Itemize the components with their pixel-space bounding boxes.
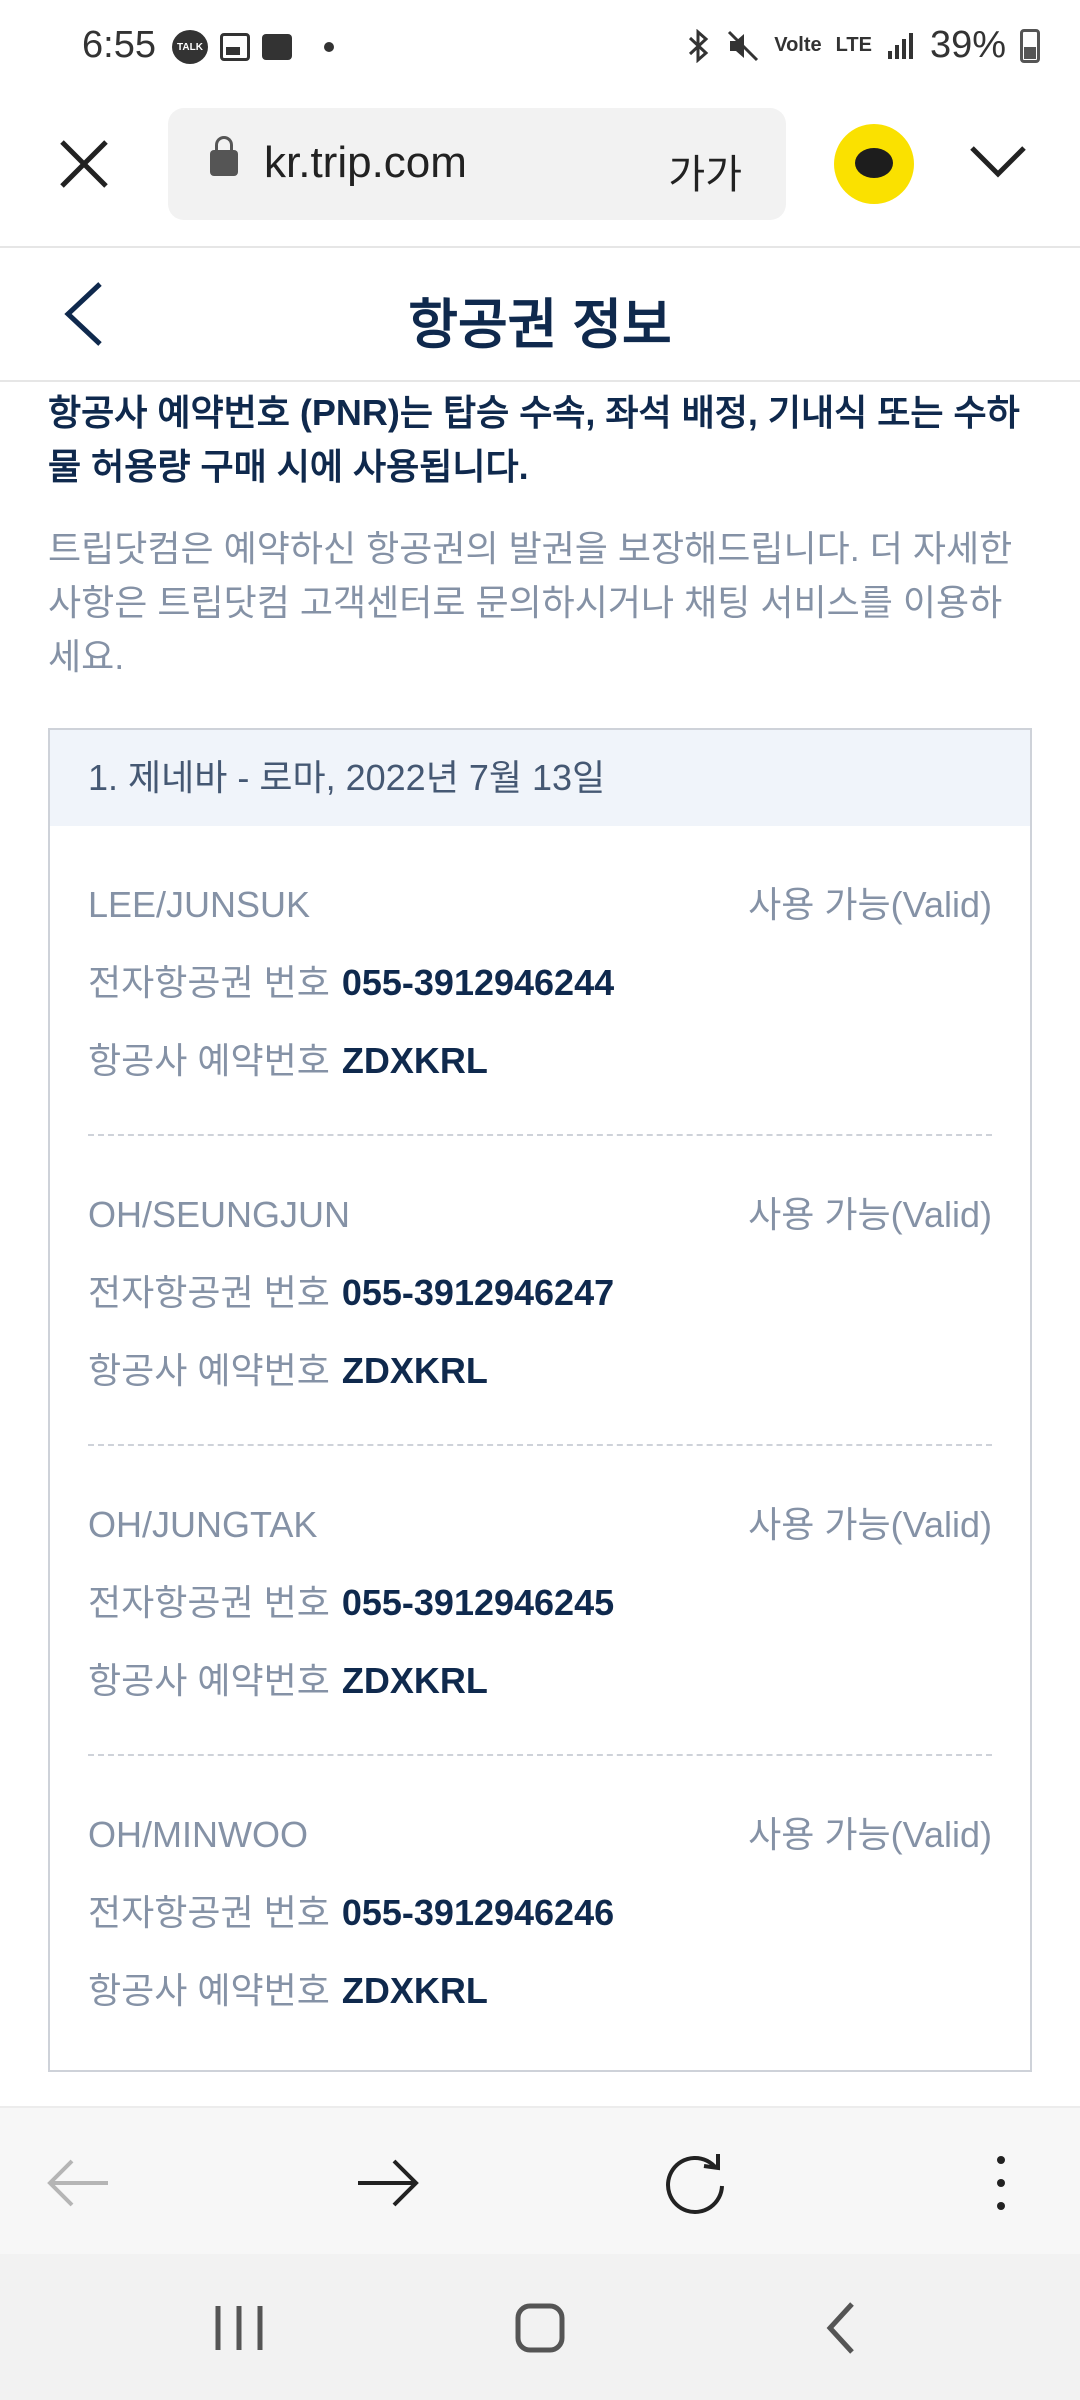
system-nav-bar [0, 2254, 1080, 2400]
pnr-code: ZDXKRL [341, 1970, 488, 2011]
ticket-card: 1. 제네바 - 로마, 2022년 7월 13일 LEE/JUNSUK 사용 … [48, 728, 1032, 2072]
ticket-number: 055-3912946247 [341, 1272, 615, 1313]
lock-icon [210, 136, 238, 176]
ticket-number: 055-3912946245 [341, 1582, 615, 1623]
ticket-status: 사용 가능(Valid) [748, 1504, 992, 1545]
ticket-status: 사용 가능(Valid) [748, 884, 992, 925]
chevron-down-icon[interactable] [968, 142, 1028, 182]
pnr-code: ZDXKRL [341, 1040, 488, 1081]
status-bar: 6:55 TALK Volte LTE 39% [0, 0, 1080, 100]
pnr-label: 항공사 예약번호 [88, 1660, 330, 1701]
gallery-notification-icon [220, 33, 250, 61]
passenger-name: LEE/JUNSUK [88, 884, 311, 925]
mute-icon [728, 30, 759, 61]
pnr-label: 항공사 예약번호 [88, 1040, 330, 1081]
browser-toolbar: kr.trip.com 가가 [0, 100, 1080, 248]
url-text: kr.trip.com [264, 138, 467, 187]
pnr-label: 항공사 예약번호 [88, 1970, 330, 2011]
ticket-number-label: 전자항공권 번호 [88, 1582, 330, 1623]
notification-icons: TALK [172, 30, 334, 64]
passenger-item: OH/JUNGTAK 사용 가능(Valid) 전자항공권 번호 055-3912… [88, 1446, 992, 1756]
flight-segment-header: 1. 제네바 - 로마, 2022년 7월 13일 [50, 730, 1030, 826]
pnr-notice: 항공사 예약번호 (PNR)는 탑승 수속, 좌석 배정, 기내식 또는 수하물… [48, 392, 1020, 487]
ticket-number-label: 전자항공권 번호 [88, 1272, 330, 1313]
kakaotalk-share-icon[interactable] [834, 124, 914, 204]
ticket-status: 사용 가능(Valid) [748, 1814, 992, 1855]
page-title: 항공권 정보 [408, 295, 672, 355]
ticket-number-label: 전자항공권 번호 [88, 962, 330, 1003]
browser-forward-icon[interactable] [352, 2148, 422, 2218]
issuance-guarantee-notice: 트립닷컴은 예약하신 항공권의 발권을 보장해드립니다. 더 자세한 사항은 트… [48, 528, 1013, 677]
more-notifications-dot-icon [324, 42, 334, 52]
signal-icon [887, 32, 913, 59]
ticket-number-label: 전자항공권 번호 [88, 1892, 330, 1933]
system-back-icon[interactable] [806, 2298, 876, 2358]
pnr-code: ZDXKRL [341, 1660, 488, 1701]
page-header: 항공권 정보 [0, 248, 1080, 382]
browser-bottom-nav [0, 2106, 1080, 2256]
text-size-button[interactable]: 가가 [668, 142, 742, 200]
battery-percent: 39% [929, 24, 1006, 66]
pnr-label: 항공사 예약번호 [88, 1350, 330, 1391]
passenger-name: OH/JUNGTAK [88, 1504, 318, 1545]
system-status-icons: Volte LTE 39% [686, 24, 1040, 67]
main-content: 항공사 예약번호 (PNR)는 탑승 수속, 좌석 배정, 기내식 또는 수하물… [48, 380, 1032, 2072]
passenger-item: LEE/JUNSUK 사용 가능(Valid) 전자항공권 번호 055-3912… [88, 826, 992, 1136]
volte-indicator: Volte [774, 34, 822, 56]
passenger-item: OH/SEUNGJUN 사용 가능(Valid) 전자항공권 번호 055-391… [88, 1136, 992, 1446]
more-options-icon[interactable] [966, 2148, 1036, 2218]
kakaotalk-notification-icon: TALK [172, 30, 208, 64]
battery-icon [1020, 28, 1040, 63]
address-bar[interactable]: kr.trip.com 가가 [168, 108, 786, 220]
passenger-name: OH/SEUNGJUN [88, 1194, 351, 1235]
ticket-number: 055-3912946244 [341, 962, 615, 1003]
refresh-icon[interactable] [660, 2148, 730, 2218]
browser-back-icon[interactable] [44, 2148, 114, 2218]
recent-apps-icon[interactable] [204, 2298, 274, 2358]
network-type: LTE [835, 34, 872, 56]
pnr-code: ZDXKRL [341, 1350, 488, 1391]
ticket-status: 사용 가능(Valid) [748, 1194, 992, 1235]
close-icon[interactable] [58, 138, 110, 190]
status-time: 6:55 [82, 24, 156, 66]
bluetooth-icon [689, 28, 709, 63]
home-icon[interactable] [505, 2298, 575, 2358]
passenger-name: OH/MINWOO [88, 1814, 308, 1855]
passenger-item: OH/MINWOO 사용 가능(Valid) 전자항공권 번호 055-39129… [88, 1756, 992, 2070]
ticket-number: 055-3912946246 [341, 1892, 615, 1933]
message-notification-icon [262, 34, 292, 60]
